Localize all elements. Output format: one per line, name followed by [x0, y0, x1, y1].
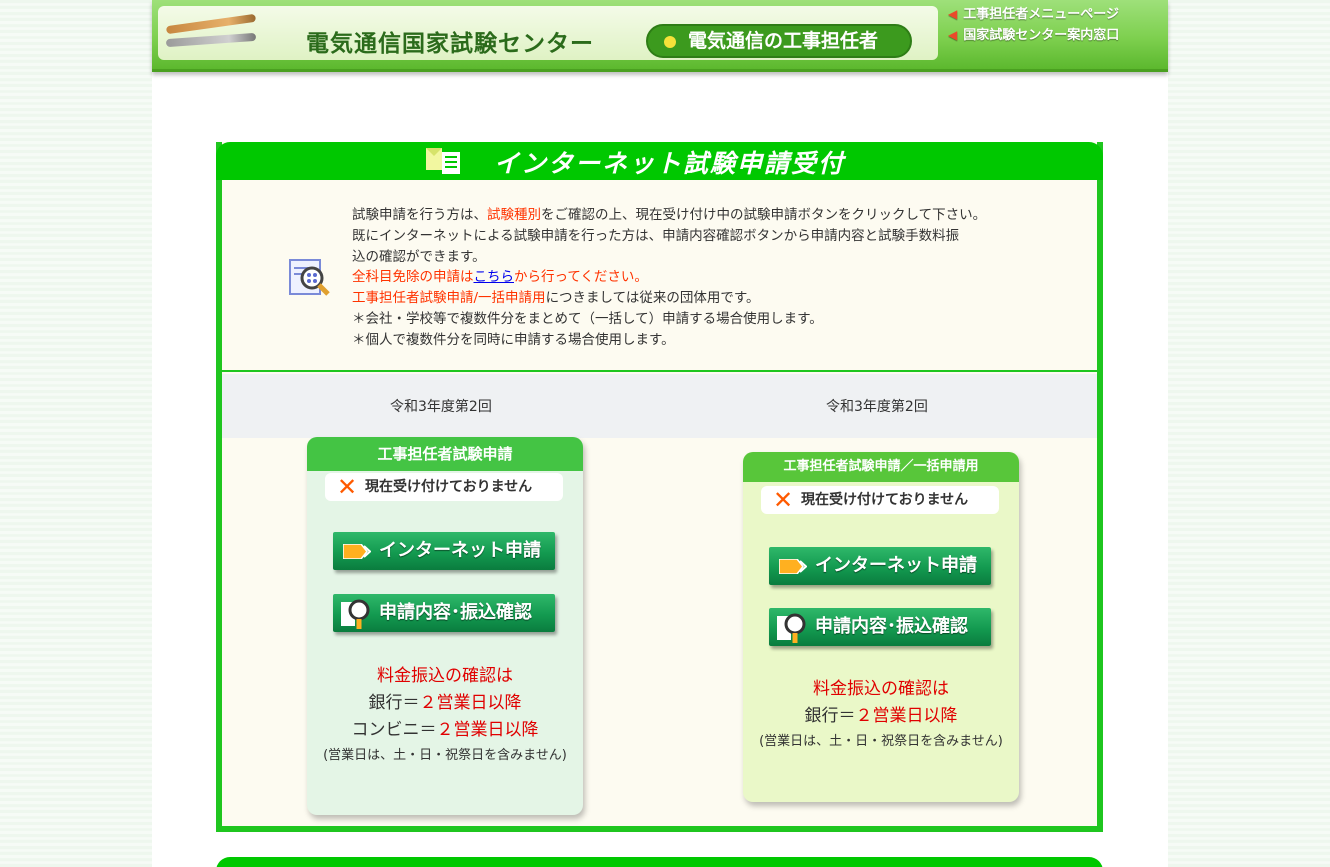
instruction-line: 既にインターネットによる試験申請を行った方は、申請内容確認ボタンから申請内容と試…: [352, 227, 960, 244]
card-title: 工事担任者試験申請: [307, 437, 583, 471]
info-area: 試験申請を行う方は、試験種別をご確認の上、現在受け付け中の試験申請ボタンをクリッ…: [222, 180, 1097, 372]
fee-heading: 料金振込の確認は: [377, 666, 513, 686]
all-exempt-link[interactable]: こちら: [474, 269, 515, 285]
section-label: 電気通信の工事担任者: [688, 30, 879, 52]
instruction-line: 込の確認ができます。: [352, 248, 486, 265]
document-search-icon: [289, 259, 330, 296]
next-panel-header: [216, 857, 1103, 867]
pencil-icon: [165, 32, 257, 48]
status-badge: ✕ 現在受け付けておりません: [761, 486, 999, 514]
magnifier-icon: [341, 599, 370, 629]
bank-timing: 銀行＝２営業日以降: [368, 693, 522, 713]
exam-round-label: 令和3年度第2回: [390, 399, 492, 415]
instructions: 試験申請を行う方は、試験種別をご確認の上、現在受け付け中の試験申請ボタンをクリッ…: [352, 205, 1072, 351]
panel-header: インターネット試験申請受付: [216, 142, 1103, 180]
business-day-note: (営業日は、土・日・祝祭日を含みません): [759, 734, 1003, 749]
panel-title: インターネット試験申請受付: [494, 149, 846, 178]
fee-confirmation-info: 料金振込の確認は 銀行＝２営業日以降 コンビニ＝２営業日以降 (営業日は、土・日…: [307, 663, 583, 766]
bank-timing: 銀行＝２営業日以降: [804, 706, 958, 726]
triangle-left-icon: ◀: [948, 7, 958, 21]
instruction-line: 工事担任者試験申請/一括申請用につきましては従来の団体用です。: [352, 290, 760, 307]
exam-application-card: 工事担任者試験申請 ✕ 現在受け付けておりません インターネット申請 申請内容･…: [307, 437, 583, 815]
instruction-line: ＊個人で複数件分を同時に申請する場合使用します。: [352, 331, 675, 348]
section-pill: 電気通信の工事担任者: [646, 24, 912, 58]
internet-apply-button[interactable]: インターネット申請: [769, 547, 991, 585]
header-banner: 電気通信国家試験センター 電気通信の工事担任者: [158, 6, 938, 60]
instruction-line: 全科目免除の申請はこちらから行ってください。: [352, 269, 648, 286]
link-help-desk[interactable]: ◀ 国家試験センター案内窓口: [948, 25, 1119, 46]
site-title: 電気通信国家試験センター: [306, 31, 594, 57]
cross-icon: ✕: [337, 473, 358, 501]
header-links: ◀ 工事担任者メニューページ ◀ 国家試験センター案内窓口: [948, 4, 1119, 46]
bulk-application-card: 工事担任者試験申請／一括申請用 ✕ 現在受け付けておりません インターネット申請…: [743, 452, 1019, 802]
internet-apply-button[interactable]: インターネット申請: [333, 532, 555, 570]
magnifier-icon: [777, 613, 806, 643]
instruction-line: 試験申請を行う方は、試験種別をご確認の上、現在受け付け中の試験申請ボタンをクリッ…: [352, 207, 987, 223]
site-header: 電気通信国家試験センター 電気通信の工事担任者 ◀ 工事担任者メニューページ ◀ 国…: [152, 0, 1168, 72]
document-icon: [426, 148, 460, 174]
business-day-note: (営業日は、土・日・祝祭日を含みません): [323, 748, 567, 763]
tag-arrow-icon: [779, 559, 807, 574]
exam-round-label: 令和3年度第2回: [826, 399, 928, 415]
exam-round-row: 令和3年度第2回 令和3年度第2回: [222, 374, 1097, 438]
triangle-left-icon: ◀: [948, 28, 958, 42]
page: 電気通信国家試験センター 電気通信の工事担任者 ◀ 工事担任者メニューページ ◀ 国…: [152, 0, 1168, 867]
tag-arrow-icon: [343, 544, 371, 559]
fee-heading: 料金振込の確認は: [813, 679, 949, 699]
confirm-application-button[interactable]: 申請内容･振込確認: [333, 594, 555, 632]
instruction-line: ＊会社・学校等で複数件分をまとめて（一括して）申請する場合使用します。: [352, 310, 823, 327]
cross-icon: ✕: [773, 486, 794, 514]
fee-confirmation-info: 料金振込の確認は 銀行＝２営業日以降 (営業日は、土・日・祝祭日を含みません): [743, 676, 1019, 752]
convenience-store-timing: コンビニ＝２営業日以降: [351, 720, 539, 740]
link-menu-page[interactable]: ◀ 工事担任者メニューページ: [948, 4, 1119, 25]
confirm-application-button[interactable]: 申請内容･振込確認: [769, 608, 991, 646]
card-title: 工事担任者試験申請／一括申請用: [743, 452, 1019, 482]
dot-icon: [664, 36, 676, 48]
status-badge: ✕ 現在受け付けておりません: [325, 473, 563, 501]
pencil-icon: [165, 13, 257, 35]
